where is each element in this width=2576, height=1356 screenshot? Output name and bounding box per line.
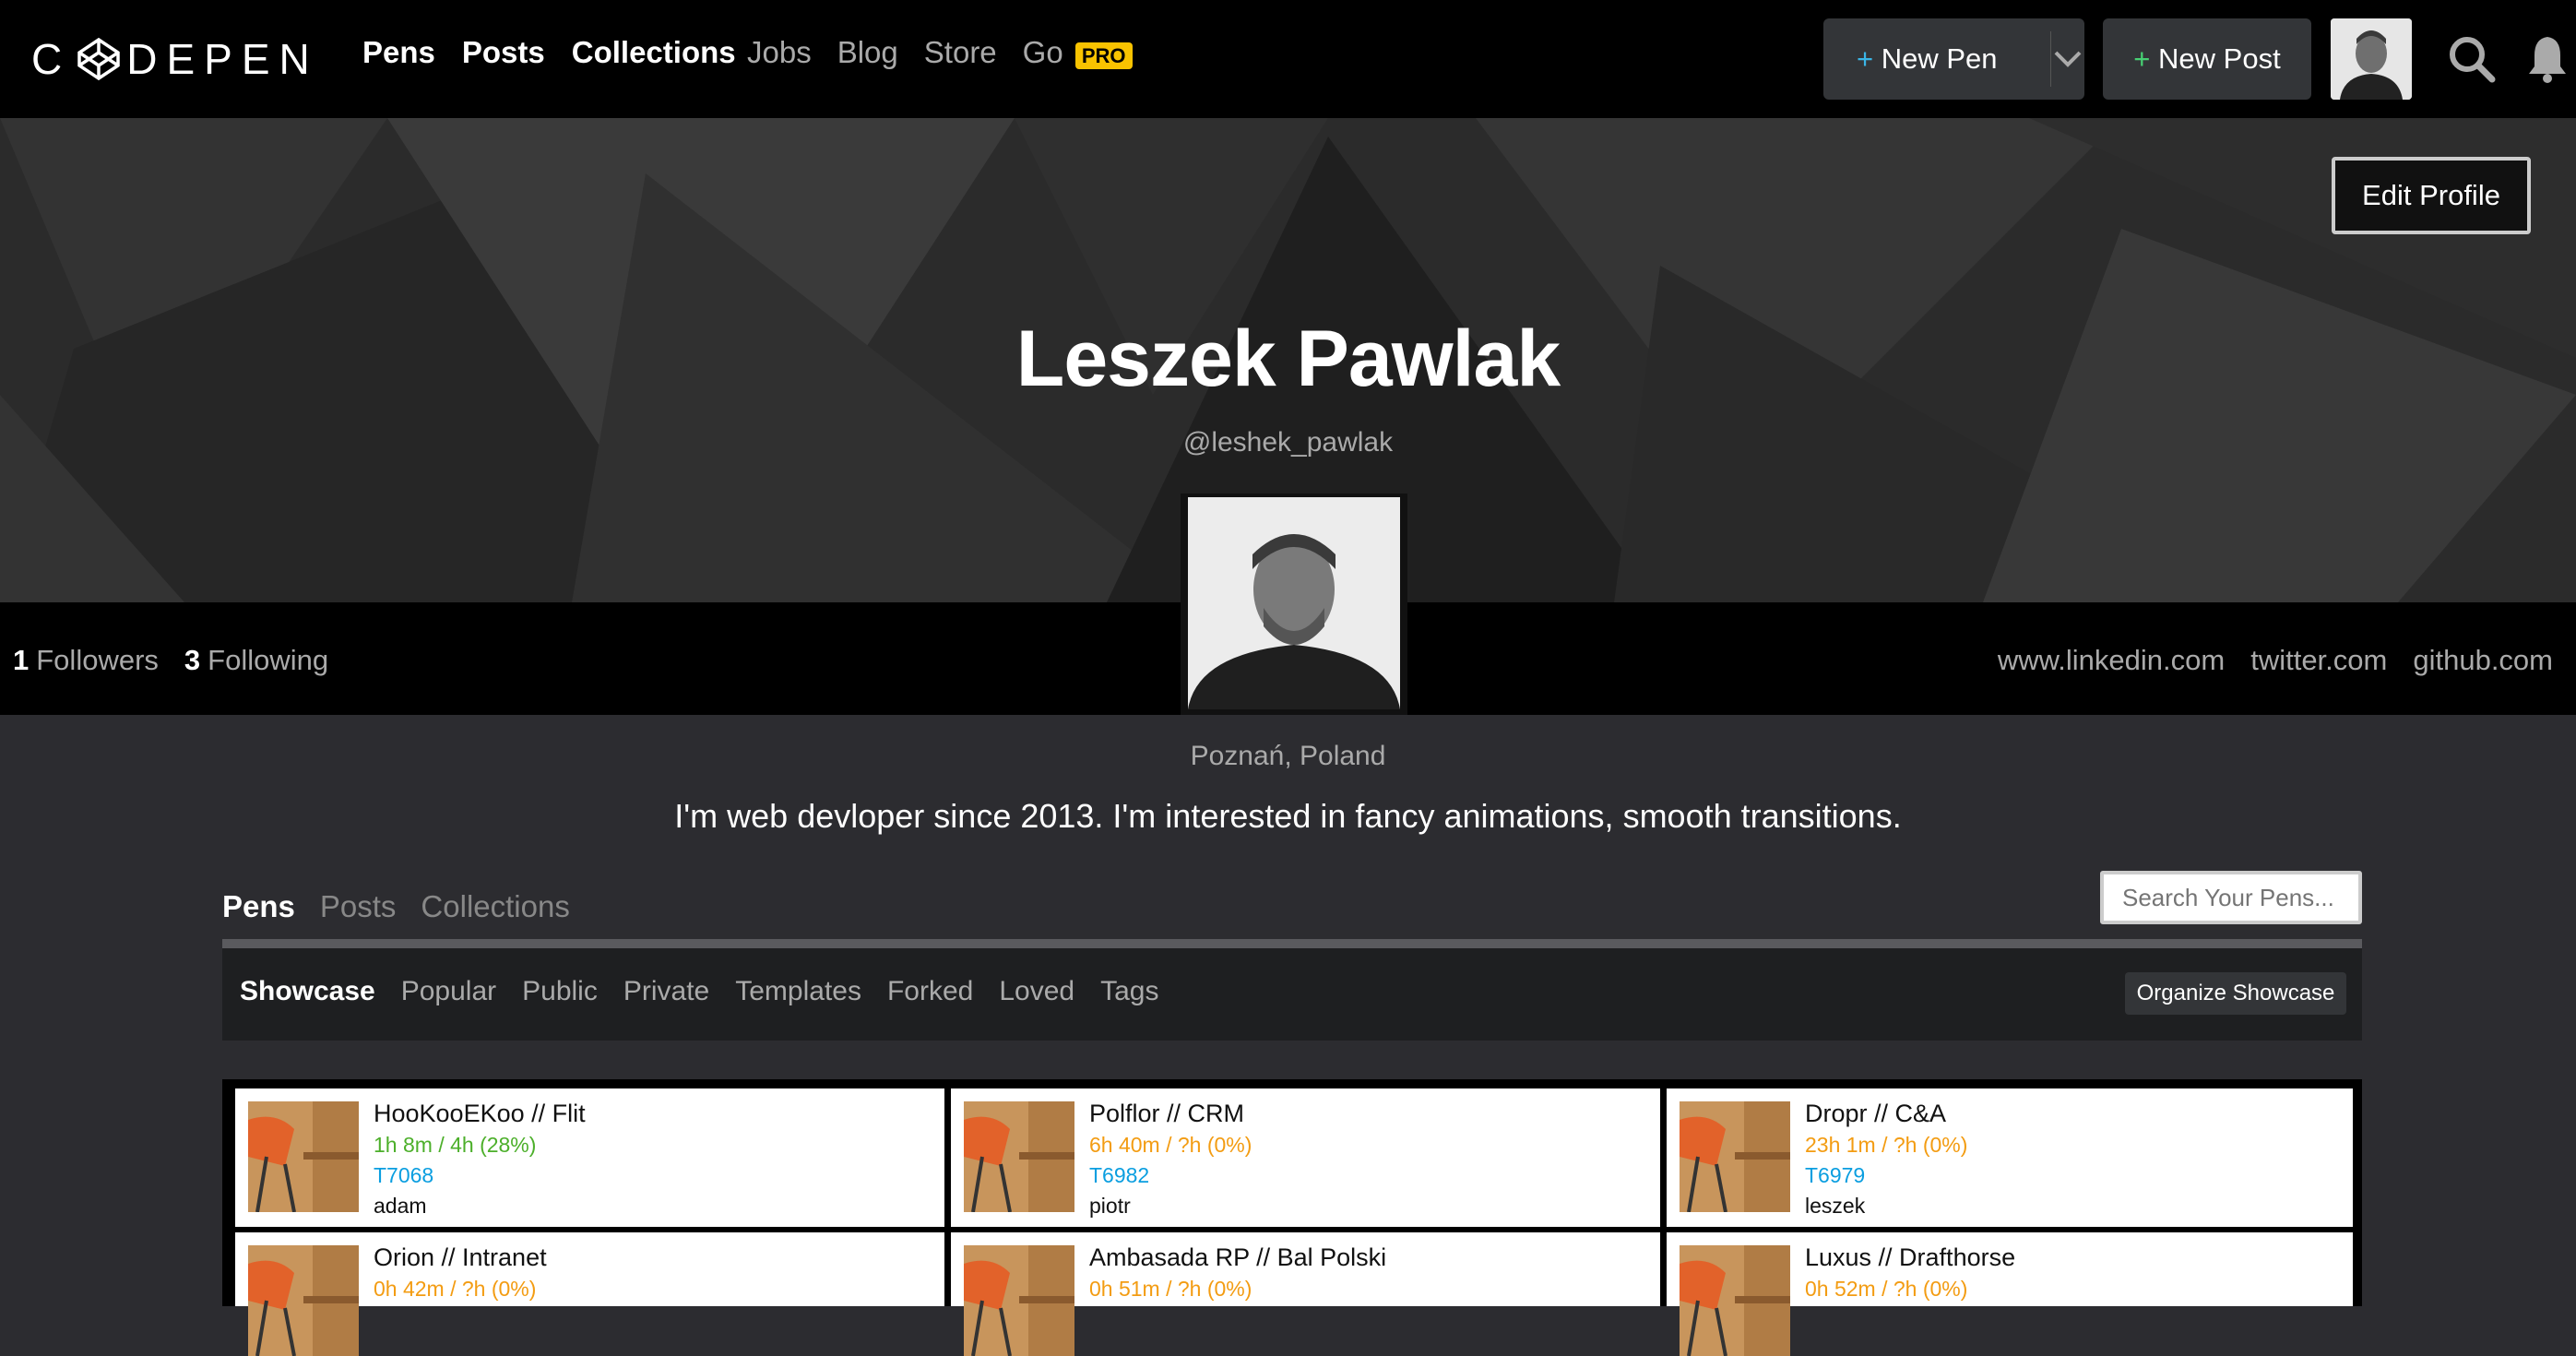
pen-thumbnail bbox=[248, 1101, 359, 1212]
new-post-label: New Post bbox=[2158, 42, 2281, 75]
pen-card[interactable]: Ambasada RP // Bal Polski 0h 51m / ?h (0… bbox=[951, 1232, 1660, 1356]
tab-pens[interactable]: Pens bbox=[222, 889, 295, 924]
followers-count: 1 bbox=[13, 644, 30, 676]
pen-user: piotr bbox=[1089, 1194, 1131, 1218]
nav-go-pro[interactable]: Go PRO bbox=[1023, 35, 1133, 70]
pen-time-tracked: 0h 51m / ?h (0%) bbox=[1089, 1277, 1252, 1301]
github-link[interactable]: github.com bbox=[2413, 644, 2553, 677]
pen-title: Ambasada RP // Bal Polski bbox=[1089, 1243, 1387, 1271]
filter-popular[interactable]: Popular bbox=[401, 976, 496, 1007]
pen-title: HooKooEKoo // Flit bbox=[374, 1100, 586, 1127]
profile-links: www.linkedin.com twitter.com github.com bbox=[1998, 644, 2553, 677]
pen-ticket: T6979 bbox=[1805, 1163, 1866, 1187]
profile-photo bbox=[1181, 494, 1407, 715]
pen-card[interactable]: Dropr // C&A 23h 1m / ?h (0%) T6979 lesz… bbox=[1667, 1088, 2353, 1227]
nav-posts[interactable]: Posts bbox=[462, 35, 545, 70]
pen-thumbnail bbox=[1680, 1101, 1790, 1212]
pen-title: Orion // Intranet bbox=[374, 1243, 547, 1271]
search-icon[interactable] bbox=[2446, 33, 2498, 85]
new-pen-label: + New Pen bbox=[1823, 42, 2050, 76]
filter-private[interactable]: Private bbox=[623, 976, 709, 1007]
nav-collections[interactable]: Collections bbox=[572, 35, 736, 70]
filter-templates[interactable]: Templates bbox=[735, 976, 861, 1007]
bell-icon[interactable] bbox=[2525, 33, 2570, 85]
pen-thumbnail bbox=[248, 1245, 359, 1356]
profile-name: Leszek Pawlak bbox=[1015, 315, 1561, 403]
pen-title: Polflor // CRM bbox=[1089, 1100, 1245, 1127]
new-pen-button[interactable]: + New Pen bbox=[1823, 18, 2084, 100]
pen-time-tracked: 23h 1m / ?h (0%) bbox=[1805, 1133, 1968, 1157]
following-link[interactable]: 3 Following bbox=[184, 644, 328, 677]
plus-icon: + bbox=[2133, 42, 2151, 75]
pen-user: leszek bbox=[1805, 1194, 1866, 1218]
main-nav: Pens Posts Collections bbox=[362, 35, 736, 70]
profile-handle: @leshek_pawlak bbox=[1182, 427, 1394, 458]
secondary-nav: Jobs Blog Store Go PRO bbox=[747, 35, 1133, 70]
profile-bio: I'm web devloper since 2013. I'm interes… bbox=[674, 797, 1902, 835]
pen-thumbnail bbox=[1680, 1245, 1790, 1356]
filter-loved[interactable]: Loved bbox=[999, 976, 1074, 1007]
pen-card[interactable]: Polflor // CRM 6h 40m / ?h (0%) T6982 pi… bbox=[951, 1088, 1660, 1227]
pen-ticket: T6982 bbox=[1089, 1163, 1150, 1187]
pen-time-tracked: 1h 8m / 4h (28%) bbox=[374, 1133, 537, 1157]
pen-time-tracked: 0h 42m / ?h (0%) bbox=[374, 1277, 537, 1301]
followers-label: Followers bbox=[36, 644, 159, 676]
filter-forked[interactable]: Forked bbox=[887, 976, 973, 1007]
new-pen-dropdown-toggle[interactable] bbox=[2051, 50, 2084, 68]
pen-title: Luxus // Drafthorse bbox=[1805, 1243, 2016, 1271]
followers-link[interactable]: 1 Followers bbox=[13, 644, 159, 677]
pen-card[interactable]: HooKooEKoo // Flit 1h 8m / 4h (28%) T706… bbox=[235, 1088, 944, 1227]
logo-letters-depen: DEPEN bbox=[126, 35, 319, 83]
filter-showcase[interactable]: Showcase bbox=[240, 976, 375, 1007]
codepen-logo[interactable]: C DEPEN bbox=[31, 35, 319, 83]
filter-public[interactable]: Public bbox=[522, 976, 598, 1007]
pen-card[interactable]: Luxus // Drafthorse 0h 52m / ?h (0%) bbox=[1667, 1232, 2353, 1356]
new-pen-text: New Pen bbox=[1881, 42, 1998, 75]
nav-blog[interactable]: Blog bbox=[837, 35, 898, 70]
chevron-down-icon bbox=[2054, 51, 2082, 67]
filter-tags[interactable]: Tags bbox=[1100, 976, 1158, 1007]
nav-go-label: Go bbox=[1022, 35, 1063, 69]
edit-profile-button[interactable]: Edit Profile bbox=[2332, 157, 2531, 234]
plus-icon: + bbox=[1857, 42, 1874, 75]
nav-store[interactable]: Store bbox=[924, 35, 997, 70]
pen-title: Dropr // C&A bbox=[1805, 1100, 1947, 1127]
top-navbar: C DEPEN Pens Posts Collections Jobs Blog… bbox=[0, 0, 2576, 118]
search-pens-input[interactable] bbox=[2100, 871, 2362, 924]
new-post-button[interactable]: + New Post bbox=[2103, 18, 2311, 100]
nav-jobs[interactable]: Jobs bbox=[747, 35, 812, 70]
follow-stats: 1 Followers 3 Following bbox=[13, 644, 328, 677]
tab-posts[interactable]: Posts bbox=[320, 889, 397, 924]
following-label: Following bbox=[208, 644, 329, 676]
twitter-link[interactable]: twitter.com bbox=[2250, 644, 2387, 677]
pro-badge: PRO bbox=[1074, 42, 1133, 69]
organize-showcase-button[interactable]: Organize Showcase bbox=[2125, 972, 2346, 1015]
avatar-portrait bbox=[2331, 18, 2412, 100]
profile-location: Poznań, Poland bbox=[1190, 741, 1386, 771]
logo-letter-c: C bbox=[31, 35, 72, 83]
nav-pens[interactable]: Pens bbox=[362, 35, 435, 70]
user-avatar[interactable] bbox=[2331, 18, 2412, 100]
profile-photo-image bbox=[1188, 497, 1400, 709]
pen-ticket: T7068 bbox=[374, 1163, 434, 1187]
pen-time-tracked: 0h 52m / ?h (0%) bbox=[1805, 1277, 1968, 1301]
tab-collections[interactable]: Collections bbox=[421, 889, 569, 924]
pen-card[interactable]: Orion // Intranet 0h 42m / ?h (0%) bbox=[235, 1232, 944, 1356]
linkedin-link[interactable]: www.linkedin.com bbox=[1998, 644, 2225, 677]
pen-user: adam bbox=[374, 1194, 427, 1218]
tabs-divider bbox=[222, 939, 2362, 948]
content-tabs: Pens Posts Collections bbox=[222, 889, 570, 924]
pen-time-tracked: 6h 40m / ?h (0%) bbox=[1089, 1133, 1252, 1157]
pens-filter-list: Showcase Popular Public Private Template… bbox=[240, 976, 1158, 1007]
pen-thumbnail bbox=[964, 1245, 1074, 1356]
pen-thumbnail bbox=[964, 1101, 1074, 1212]
following-count: 3 bbox=[184, 644, 201, 676]
codepen-cube-icon bbox=[77, 37, 120, 81]
